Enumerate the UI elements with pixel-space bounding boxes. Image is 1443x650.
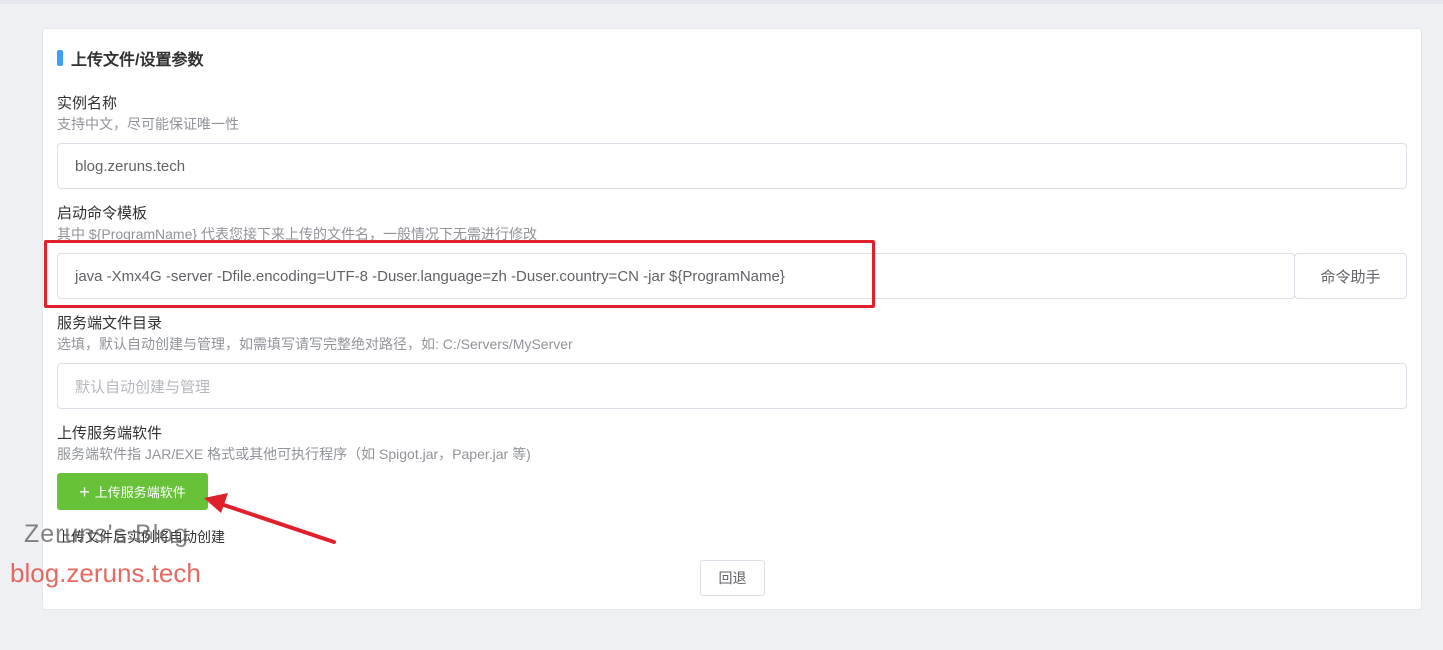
watermark-blog-name: Zeruns's Blog: [24, 520, 190, 548]
annotation-arrow-icon: [204, 493, 336, 544]
watermark-blog-url: blog.zeruns.tech: [10, 558, 201, 588]
